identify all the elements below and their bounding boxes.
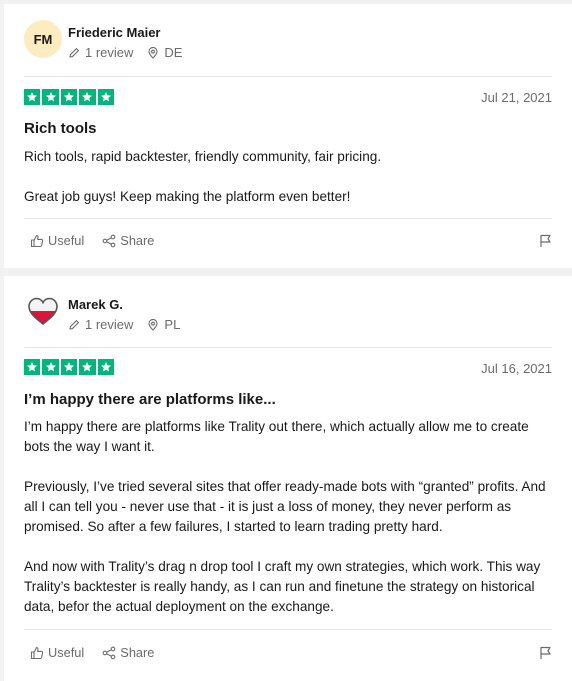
share-label: Share <box>120 233 155 248</box>
star-icon <box>24 359 41 376</box>
location-pin-icon <box>148 318 158 331</box>
star-icon <box>42 359 59 376</box>
useful-button[interactable]: Useful <box>30 233 84 248</box>
star-rating <box>24 359 114 376</box>
review-paragraph: Rich tools, rapid backtester, friendly c… <box>24 149 382 164</box>
share-icon <box>102 234 116 247</box>
avatar[interactable]: FM <box>24 20 62 58</box>
flag-icon <box>540 646 551 659</box>
star-icon <box>79 359 96 376</box>
star-icon <box>24 89 41 106</box>
reviewer-meta: 1 review DE <box>68 45 182 60</box>
divider <box>24 76 552 77</box>
star-icon <box>60 359 78 376</box>
review-date: Jul 21, 2021 <box>481 90 552 105</box>
review-count: 1 review <box>85 317 134 332</box>
pencil-icon <box>69 47 80 58</box>
review-paragraph: Great job guys! Keep making the platform… <box>24 189 351 204</box>
share-button[interactable]: Share <box>102 233 154 248</box>
star-rating <box>24 89 114 106</box>
divider <box>24 218 552 219</box>
poland-flag-heart-icon <box>28 297 58 326</box>
useful-label: Useful <box>48 645 85 660</box>
review-title[interactable]: Rich tools <box>24 120 97 137</box>
review-actions: Useful Share <box>30 233 172 248</box>
review-paragraph: I’m happy there are platforms like Trali… <box>24 419 529 454</box>
review-body: Rich tools, rapid backtester, friendly c… <box>24 147 552 227</box>
report-button[interactable] <box>539 646 552 665</box>
pencil-icon <box>69 319 80 330</box>
reviewer-name[interactable]: Friederic Maier <box>68 25 161 40</box>
review-count: 1 review <box>85 45 134 60</box>
star-icon <box>60 89 78 106</box>
location-pin-icon <box>148 46 158 59</box>
review-title[interactable]: I’m happy there are platforms like... <box>24 391 276 408</box>
star-icon <box>42 89 59 106</box>
star-icon <box>79 89 96 106</box>
divider <box>24 347 552 348</box>
star-icon <box>97 89 114 106</box>
review-card: FM Friederic Maier 1 review DE Jul 21, 2… <box>4 4 572 268</box>
reviewer-country: PL <box>164 317 181 332</box>
review-date: Jul 16, 2021 <box>481 361 552 376</box>
star-icon <box>97 359 114 376</box>
useful-button[interactable]: Useful <box>30 645 84 660</box>
review-actions: Useful Share <box>30 645 172 660</box>
review-paragraph: Previously, I’ve tried several sites tha… <box>24 479 546 534</box>
thumbs-up-icon <box>30 234 44 247</box>
thumbs-up-icon <box>30 646 44 659</box>
avatar[interactable] <box>24 292 62 330</box>
share-icon <box>102 646 116 659</box>
share-button[interactable]: Share <box>102 645 154 660</box>
review-paragraph: And now with Trality’s drag n drop tool … <box>24 559 541 614</box>
share-label: Share <box>120 645 155 660</box>
report-button[interactable] <box>539 234 552 253</box>
review-card: Marek G. 1 review PL Jul 16, 2021 I’m ha… <box>4 276 572 681</box>
reviewer-name[interactable]: Marek G. <box>68 297 123 312</box>
flag-icon <box>540 234 551 247</box>
divider <box>24 629 552 630</box>
reviewer-meta: 1 review PL <box>68 317 180 332</box>
useful-label: Useful <box>48 233 85 248</box>
reviewer-country: DE <box>164 45 183 60</box>
review-body: I’m happy there are platforms like Trali… <box>24 417 552 637</box>
